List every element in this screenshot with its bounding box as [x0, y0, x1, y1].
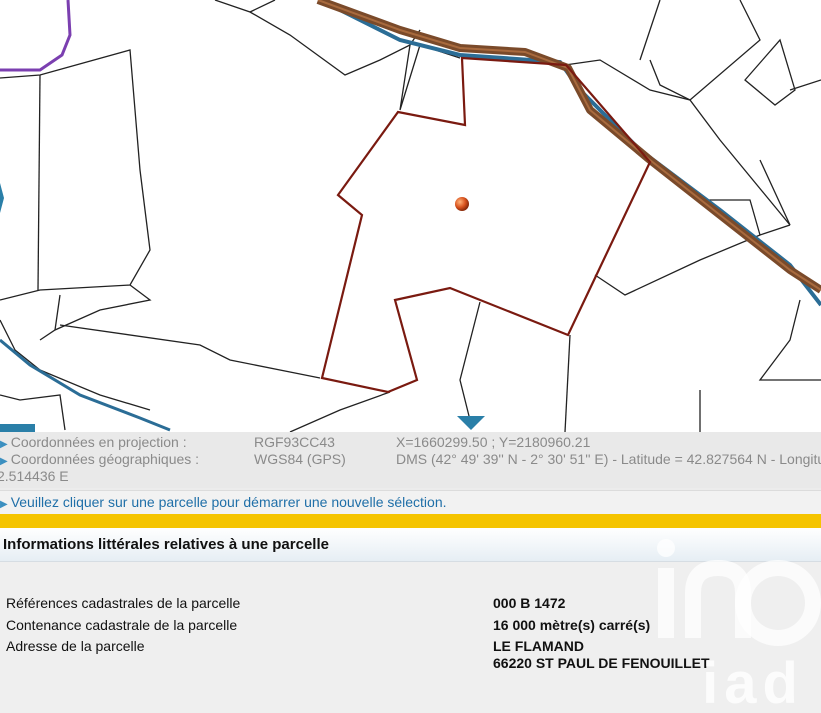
- separator-bar: [0, 514, 821, 528]
- pan-down-icon[interactable]: [457, 416, 485, 430]
- info-header: Informations littérales relatives à une …: [0, 528, 821, 562]
- info-title: Informations littérales relatives à une …: [3, 536, 329, 553]
- pan-left-icon[interactable]: [0, 183, 4, 213]
- area-label: Contenance cadastrale de la parcelle: [6, 617, 238, 633]
- projection-system: RGF93CC43: [254, 434, 335, 450]
- map-canvas[interactable]: [0, 0, 821, 432]
- geographic-value-cont: 2.514436 E: [0, 468, 69, 484]
- commune-border: [0, 0, 72, 72]
- map-tab[interactable]: [0, 424, 35, 432]
- geographic-value: DMS (42° 49' 39'' N - 2° 30' 51'' E) - L…: [396, 451, 821, 467]
- cadastral-map[interactable]: [0, 0, 821, 432]
- road: [316, 0, 821, 294]
- arrow-right-icon: ▶: [0, 499, 8, 510]
- arrow-right-icon: ▶: [0, 439, 8, 450]
- geographic-system: WGS84 (GPS): [254, 451, 346, 467]
- road-center: [317, 0, 821, 291]
- coordinates-panel: ▶ Coordonnées en projection : RGF93CC43 X…: [0, 432, 821, 488]
- hint-text: Veuillez cliquer sur une parcelle pour d…: [10, 494, 447, 510]
- location-marker: [455, 197, 469, 211]
- geographic-label: Coordonnées géographiques :: [10, 451, 200, 467]
- parcel-boundaries: [0, 0, 821, 432]
- projection-label: Coordonnées en projection :: [10, 434, 187, 450]
- projection-value: X=1660299.50 ; Y=2180960.21: [396, 434, 591, 450]
- address-label: Adresse de la parcelle: [6, 638, 145, 654]
- area-value: 16 000 mètre(s) carré(s): [493, 617, 651, 633]
- address-line2: 66220 ST PAUL DE FENOUILLET: [493, 655, 710, 671]
- river: [319, 0, 821, 307]
- address-line1: LE FLAMAND: [493, 638, 584, 654]
- selection-hint: ▶ Veuillez cliquer sur une parcelle pour …: [0, 490, 821, 515]
- ref-label: Références cadastrales de la parcelle: [6, 595, 241, 611]
- geographic-row-cont: 2.514436 E: [0, 468, 69, 485]
- river-lower: [0, 338, 171, 432]
- ref-value: 000 B 1472: [493, 595, 566, 611]
- arrow-right-icon: ▶: [0, 456, 8, 467]
- parcel-info: Références cadastrales de la parcelle 00…: [0, 562, 821, 713]
